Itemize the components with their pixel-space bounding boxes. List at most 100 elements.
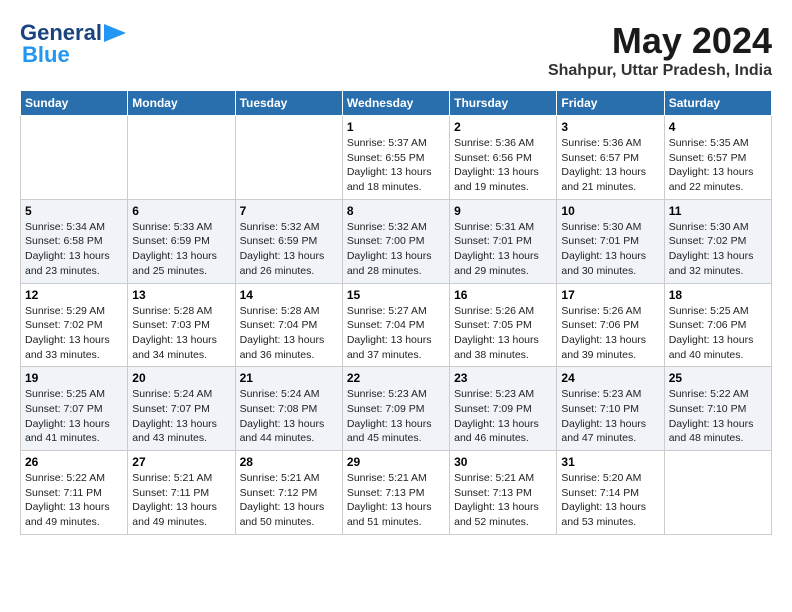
day-number: 5 [25, 204, 123, 218]
page-header: General Blue May 2024 Shahpur, Uttar Pra… [20, 20, 772, 80]
calendar-cell: 31 Sunrise: 5:20 AM Sunset: 7:14 PM Dayli… [557, 451, 664, 535]
header-saturday: Saturday [664, 91, 771, 116]
day-number: 31 [561, 455, 659, 469]
day-info: Sunrise: 5:25 AM Sunset: 7:07 PM Dayligh… [25, 387, 123, 446]
calendar-cell: 18 Sunrise: 5:25 AM Sunset: 7:06 PM Dayli… [664, 283, 771, 367]
day-number: 2 [454, 120, 552, 134]
header-friday: Friday [557, 91, 664, 116]
calendar-cell: 19Sunrise: 5:25 AM Sunset: 7:07 PM Dayli… [21, 367, 128, 451]
calendar-cell: 25Sunrise: 5:22 AM Sunset: 7:10 PM Dayli… [664, 367, 771, 451]
calendar-cell: 27 Sunrise: 5:21 AM Sunset: 7:11 PM Dayli… [128, 451, 235, 535]
day-number: 1 [347, 120, 445, 134]
calendar-cell: 3 Sunrise: 5:36 AM Sunset: 6:57 PM Daylig… [557, 116, 664, 200]
day-info: Sunrise: 5:31 AM Sunset: 7:01 PM Dayligh… [454, 220, 552, 279]
day-number: 20 [132, 371, 230, 385]
day-info: Sunrise: 5:23 AM Sunset: 7:09 PM Dayligh… [454, 387, 552, 446]
day-number: 12 [25, 288, 123, 302]
day-info: Sunrise: 5:20 AM Sunset: 7:14 PM Dayligh… [561, 471, 659, 530]
day-number: 28 [240, 455, 338, 469]
calendar-cell [21, 116, 128, 200]
calendar-cell: 9 Sunrise: 5:31 AM Sunset: 7:01 PM Daylig… [450, 199, 557, 283]
day-info: Sunrise: 5:28 AM Sunset: 7:04 PM Dayligh… [240, 304, 338, 363]
day-info: Sunrise: 5:33 AM Sunset: 6:59 PM Dayligh… [132, 220, 230, 279]
calendar-cell: 6 Sunrise: 5:33 AM Sunset: 6:59 PM Daylig… [128, 199, 235, 283]
day-number: 3 [561, 120, 659, 134]
day-number: 13 [132, 288, 230, 302]
day-info: Sunrise: 5:29 AM Sunset: 7:02 PM Dayligh… [25, 304, 123, 363]
calendar-cell: 2Sunrise: 5:36 AM Sunset: 6:56 PM Daylig… [450, 116, 557, 200]
day-number: 23 [454, 371, 552, 385]
day-number: 25 [669, 371, 767, 385]
logo-arrow-icon [104, 24, 126, 42]
calendar-cell: 12 Sunrise: 5:29 AM Sunset: 7:02 PM Dayli… [21, 283, 128, 367]
day-number: 8 [347, 204, 445, 218]
day-number: 26 [25, 455, 123, 469]
day-info: Sunrise: 5:26 AM Sunset: 7:06 PM Dayligh… [561, 304, 659, 363]
calendar-cell: 10 Sunrise: 5:30 AM Sunset: 7:01 PM Dayli… [557, 199, 664, 283]
day-number: 14 [240, 288, 338, 302]
day-number: 4 [669, 120, 767, 134]
day-number: 9 [454, 204, 552, 218]
day-info: Sunrise: 5:34 AM Sunset: 6:58 PM Dayligh… [25, 220, 123, 279]
day-number: 29 [347, 455, 445, 469]
calendar-cell: 24 Sunrise: 5:23 AM Sunset: 7:10 PM Dayli… [557, 367, 664, 451]
calendar-cell: 28 Sunrise: 5:21 AM Sunset: 7:12 PM Dayli… [235, 451, 342, 535]
day-number: 6 [132, 204, 230, 218]
day-info: Sunrise: 5:26 AM Sunset: 7:05 PM Dayligh… [454, 304, 552, 363]
calendar-cell: 7 Sunrise: 5:32 AM Sunset: 6:59 PM Daylig… [235, 199, 342, 283]
header-thursday: Thursday [450, 91, 557, 116]
calendar-cell: 21 Sunrise: 5:24 AM Sunset: 7:08 PM Dayli… [235, 367, 342, 451]
calendar-table: SundayMondayTuesdayWednesdayThursdayFrid… [20, 90, 772, 535]
day-info: Sunrise: 5:37 AM Sunset: 6:55 PM Dayligh… [347, 136, 445, 195]
calendar-cell: 4Sunrise: 5:35 AM Sunset: 6:57 PM Daylig… [664, 116, 771, 200]
day-number: 27 [132, 455, 230, 469]
day-info: Sunrise: 5:32 AM Sunset: 6:59 PM Dayligh… [240, 220, 338, 279]
day-info: Sunrise: 5:23 AM Sunset: 7:09 PM Dayligh… [347, 387, 445, 446]
calendar-cell: 20 Sunrise: 5:24 AM Sunset: 7:07 PM Dayli… [128, 367, 235, 451]
calendar-week-row: 1 Sunrise: 5:37 AM Sunset: 6:55 PM Daylig… [21, 116, 772, 200]
day-info: Sunrise: 5:28 AM Sunset: 7:03 PM Dayligh… [132, 304, 230, 363]
calendar-cell: 14 Sunrise: 5:28 AM Sunset: 7:04 PM Dayli… [235, 283, 342, 367]
title-section: May 2024 Shahpur, Uttar Pradesh, India [548, 20, 772, 80]
calendar-cell: 17 Sunrise: 5:26 AM Sunset: 7:06 PM Dayli… [557, 283, 664, 367]
calendar-cell: 8Sunrise: 5:32 AM Sunset: 7:00 PM Daylig… [342, 199, 449, 283]
calendar-cell [128, 116, 235, 200]
calendar-cell: 15Sunrise: 5:27 AM Sunset: 7:04 PM Dayli… [342, 283, 449, 367]
calendar-cell: 1 Sunrise: 5:37 AM Sunset: 6:55 PM Daylig… [342, 116, 449, 200]
month-year-title: May 2024 [548, 20, 772, 62]
calendar-week-row: 5 Sunrise: 5:34 AM Sunset: 6:58 PM Daylig… [21, 199, 772, 283]
day-info: Sunrise: 5:25 AM Sunset: 7:06 PM Dayligh… [669, 304, 767, 363]
calendar-cell [664, 451, 771, 535]
header-wednesday: Wednesday [342, 91, 449, 116]
day-info: Sunrise: 5:21 AM Sunset: 7:11 PM Dayligh… [132, 471, 230, 530]
day-info: Sunrise: 5:27 AM Sunset: 7:04 PM Dayligh… [347, 304, 445, 363]
calendar-cell: 13 Sunrise: 5:28 AM Sunset: 7:03 PM Dayli… [128, 283, 235, 367]
logo: General Blue [20, 20, 126, 68]
calendar-week-row: 26Sunrise: 5:22 AM Sunset: 7:11 PM Dayli… [21, 451, 772, 535]
day-info: Sunrise: 5:24 AM Sunset: 7:07 PM Dayligh… [132, 387, 230, 446]
calendar-header-row: SundayMondayTuesdayWednesdayThursdayFrid… [21, 91, 772, 116]
day-info: Sunrise: 5:21 AM Sunset: 7:12 PM Dayligh… [240, 471, 338, 530]
header-tuesday: Tuesday [235, 91, 342, 116]
location-label: Shahpur, Uttar Pradesh, India [548, 62, 772, 80]
calendar-week-row: 19Sunrise: 5:25 AM Sunset: 7:07 PM Dayli… [21, 367, 772, 451]
day-info: Sunrise: 5:24 AM Sunset: 7:08 PM Dayligh… [240, 387, 338, 446]
day-info: Sunrise: 5:36 AM Sunset: 6:57 PM Dayligh… [561, 136, 659, 195]
day-number: 17 [561, 288, 659, 302]
day-info: Sunrise: 5:23 AM Sunset: 7:10 PM Dayligh… [561, 387, 659, 446]
day-info: Sunrise: 5:30 AM Sunset: 7:02 PM Dayligh… [669, 220, 767, 279]
header-monday: Monday [128, 91, 235, 116]
calendar-cell: 30Sunrise: 5:21 AM Sunset: 7:13 PM Dayli… [450, 451, 557, 535]
header-sunday: Sunday [21, 91, 128, 116]
calendar-cell: 26Sunrise: 5:22 AM Sunset: 7:11 PM Dayli… [21, 451, 128, 535]
day-info: Sunrise: 5:21 AM Sunset: 7:13 PM Dayligh… [454, 471, 552, 530]
calendar-week-row: 12 Sunrise: 5:29 AM Sunset: 7:02 PM Dayli… [21, 283, 772, 367]
day-number: 11 [669, 204, 767, 218]
day-number: 18 [669, 288, 767, 302]
calendar-cell: 5 Sunrise: 5:34 AM Sunset: 6:58 PM Daylig… [21, 199, 128, 283]
day-info: Sunrise: 5:30 AM Sunset: 7:01 PM Dayligh… [561, 220, 659, 279]
day-number: 10 [561, 204, 659, 218]
day-number: 24 [561, 371, 659, 385]
day-number: 7 [240, 204, 338, 218]
day-number: 21 [240, 371, 338, 385]
